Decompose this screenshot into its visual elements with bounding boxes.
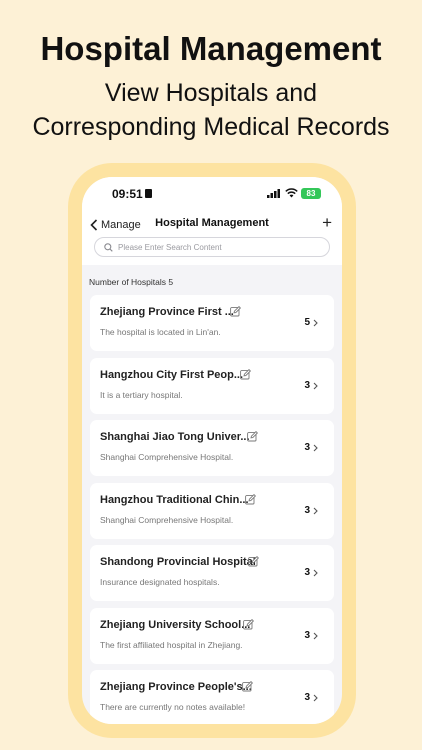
hospital-note: It is a tertiary hospital. — [100, 389, 183, 400]
chevron-right-icon — [313, 569, 318, 577]
search-icon — [104, 242, 113, 252]
hospital-name: Zhejiang Province People's... — [100, 681, 252, 693]
hospital-card[interactable]: Zhejiang University School... The first … — [90, 607, 334, 664]
edit-icon[interactable] — [245, 493, 256, 505]
chevron-right-icon — [313, 694, 318, 702]
chevron-right-icon — [313, 382, 318, 389]
hospital-note: There are currently no notes available! — [100, 702, 246, 712]
search-bar[interactable] — [94, 237, 330, 257]
record-count: 3 — [304, 567, 310, 578]
hospital-name: Hangzhou Traditional Chin... — [100, 493, 249, 506]
edit-icon[interactable] — [242, 681, 253, 692]
search-input[interactable] — [118, 242, 318, 252]
page-title: Hospital Management — [155, 217, 269, 229]
edit-icon[interactable] — [240, 368, 251, 380]
promo-subtitle: View Hospitals and Corresponding Medical… — [0, 76, 422, 144]
edit-icon[interactable] — [248, 556, 259, 567]
wifi-icon — [285, 188, 298, 198]
hospital-card[interactable]: Hangzhou Traditional Chin... Shanghai Co… — [90, 482, 334, 539]
sim-icon — [145, 189, 152, 198]
hospital-list: Zhejiang Province First ... The hospital… — [90, 295, 334, 724]
phone-screen: 09:51 83 Manage Hospital Management + Pl… — [82, 177, 342, 724]
chevron-right-icon — [313, 507, 318, 514]
chevron-right-icon — [313, 319, 318, 327]
add-hospital-button[interactable]: + — [322, 214, 332, 232]
hospital-card[interactable]: Zhejiang Province People's... There are … — [90, 670, 334, 724]
battery-indicator: 83 — [301, 188, 321, 199]
chevron-right-icon — [313, 444, 318, 452]
hospital-note: The first affiliated hospital in Zhejian… — [100, 639, 243, 650]
chevron-right-icon — [313, 632, 318, 639]
status-time: 09:51 — [112, 187, 143, 201]
record-count: 3 — [304, 504, 310, 516]
promo-subtitle-line-1: View Hospitals and — [104, 79, 318, 107]
hospital-name: Shanghai Jiao Tong Univer... — [100, 431, 250, 443]
status-bar: 09:51 83 — [82, 177, 342, 211]
nav-bar: Manage Hospital Management + — [82, 211, 342, 265]
hospital-name: Hangzhou City First Peop... — [100, 368, 244, 381]
promo-title: Hospital Management — [40, 30, 382, 67]
edit-icon[interactable] — [247, 431, 258, 442]
record-count: 3 — [304, 379, 310, 391]
promo-subtitle-line-2: Corresponding Medical Records — [32, 113, 390, 141]
hospital-name: Zhejiang Province First ... — [100, 306, 234, 318]
hospital-count: Number of Hospitals 5 — [89, 277, 174, 287]
hospital-name: Shandong Provincial Hospital — [100, 556, 256, 568]
hospital-name: Zhejiang University School... — [100, 618, 251, 631]
hospital-note: Shanghai Comprehensive Hospital. — [100, 514, 234, 525]
hospital-note: Shanghai Comprehensive Hospital. — [100, 452, 234, 462]
edit-icon[interactable] — [230, 306, 241, 317]
hospital-card[interactable]: Shanghai Jiao Tong Univer... Shanghai Co… — [90, 420, 334, 476]
record-count: 5 — [304, 317, 310, 328]
hospital-card[interactable]: Shandong Provincial Hospital Insurance d… — [90, 545, 334, 601]
hospital-card[interactable]: Zhejiang Province First ... The hospital… — [90, 295, 334, 351]
hospital-card[interactable]: Hangzhou City First Peop... It is a tert… — [90, 357, 334, 414]
edit-icon[interactable] — [243, 618, 254, 630]
record-count: 3 — [304, 692, 310, 703]
hospital-note: The hospital is located in Lin'an. — [100, 327, 221, 337]
signal-icon — [267, 189, 280, 198]
record-count: 3 — [304, 629, 310, 641]
record-count: 3 — [304, 442, 310, 453]
hospital-note: Insurance designated hospitals. — [100, 577, 220, 587]
